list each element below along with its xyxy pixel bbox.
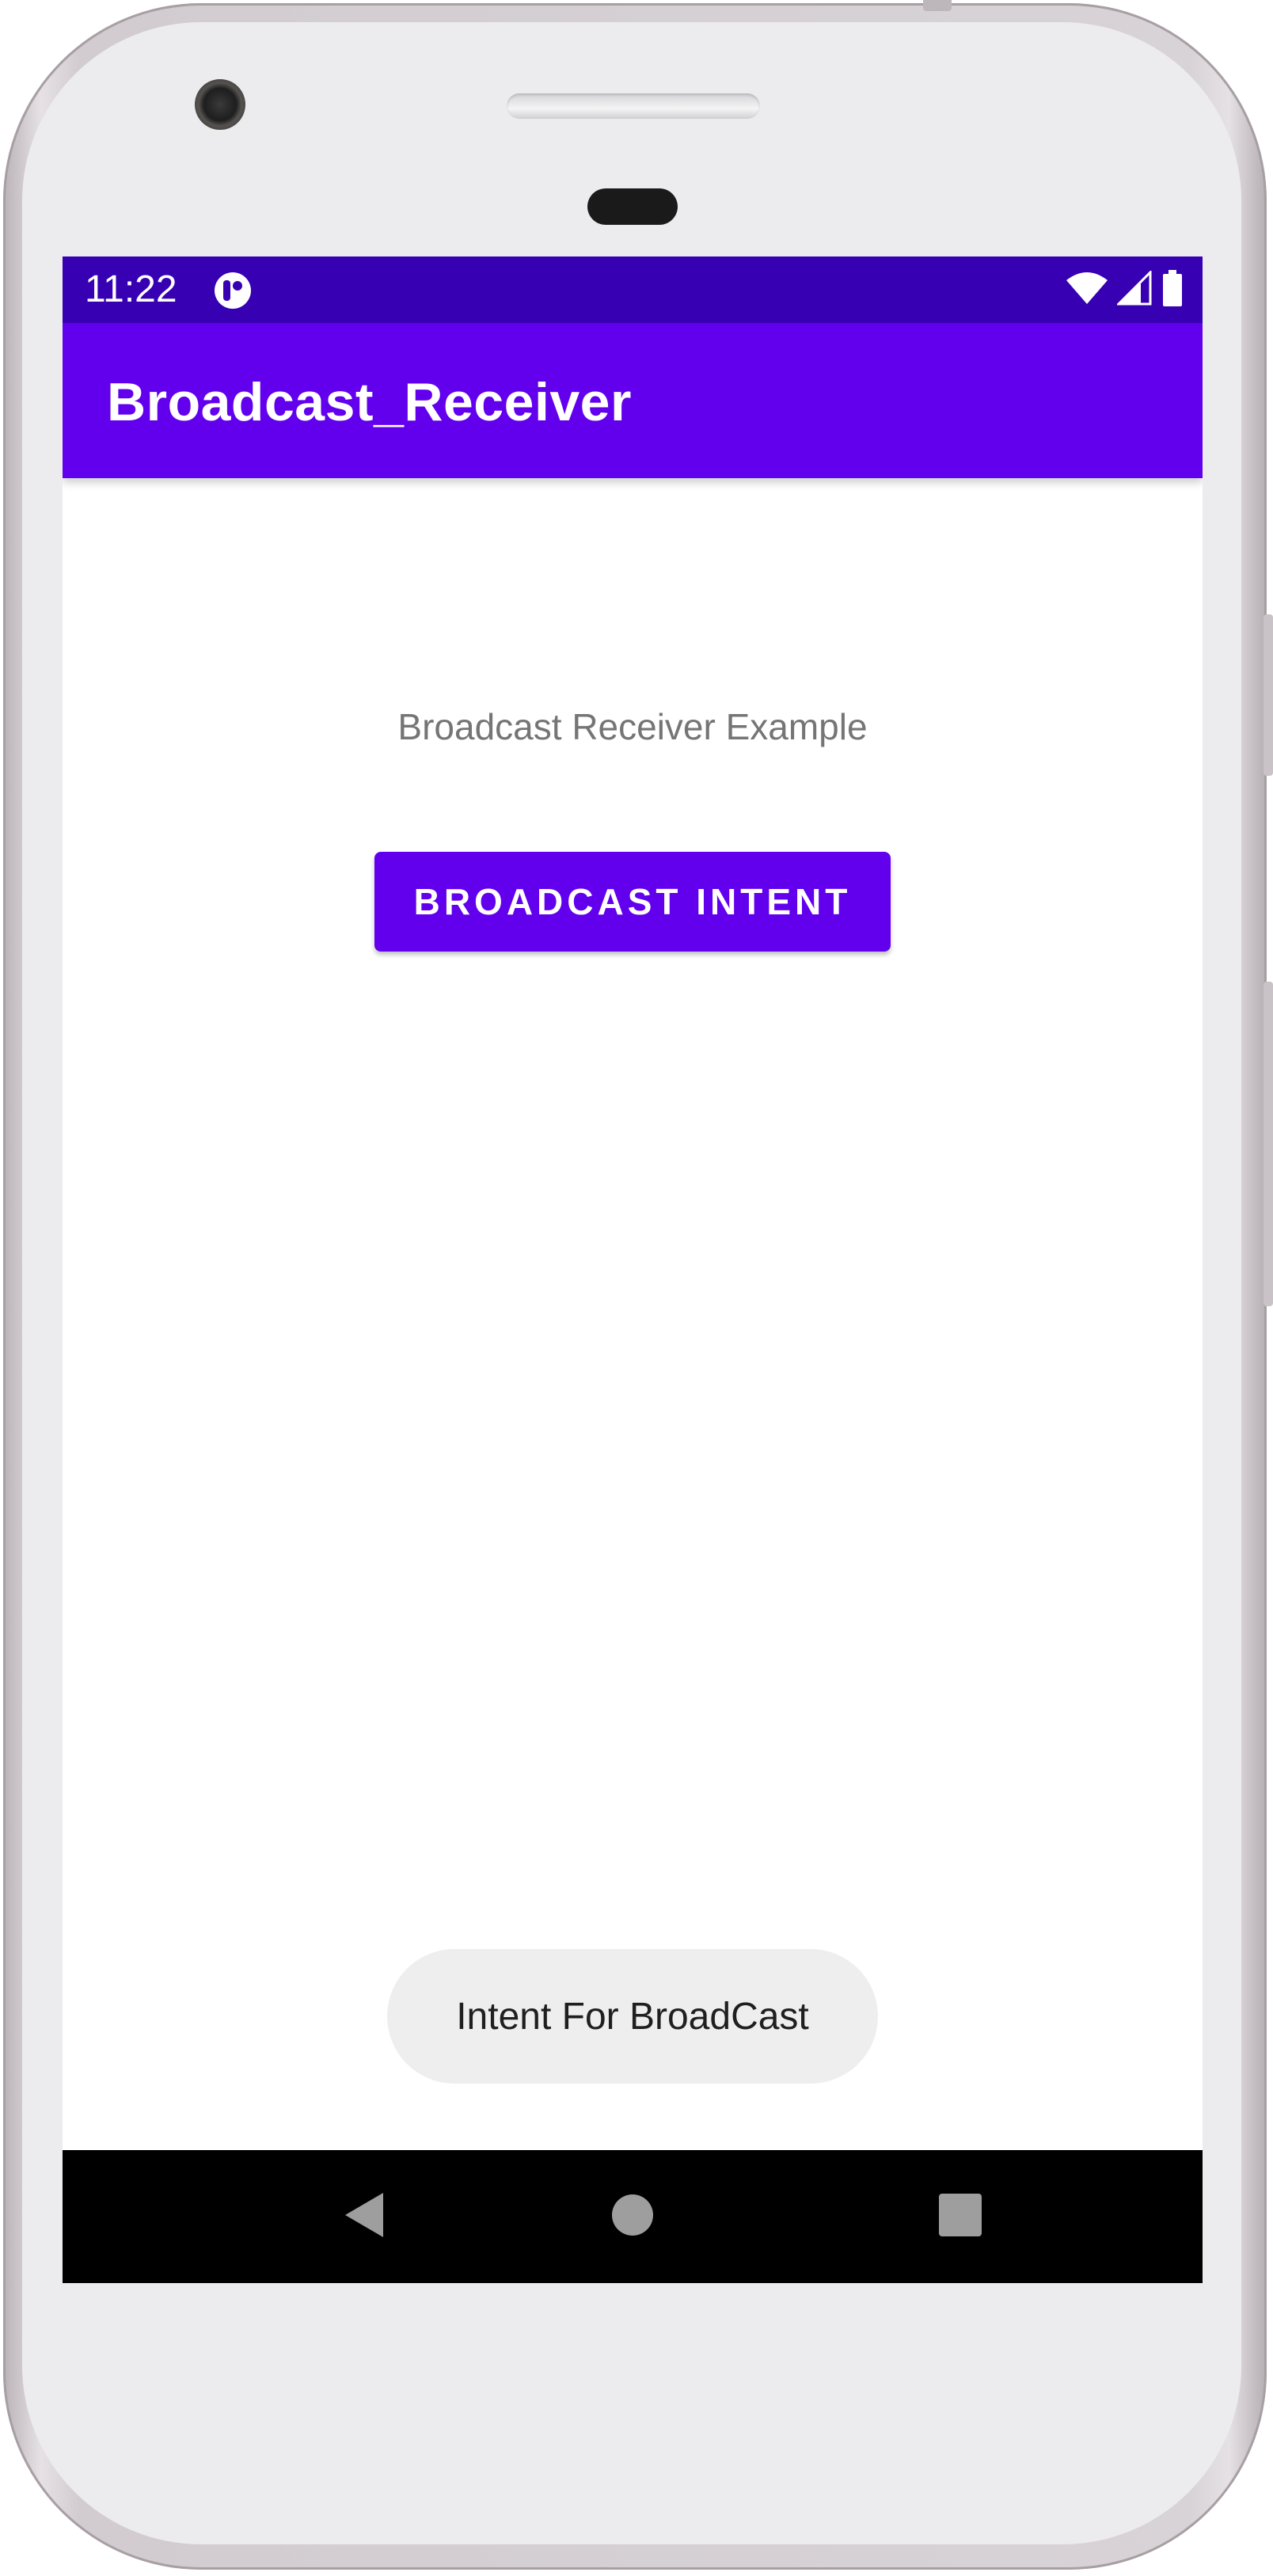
broadcast-intent-button[interactable]: BROADCAST INTENT xyxy=(374,852,891,952)
cellular-signal-icon xyxy=(1115,268,1152,310)
back-icon xyxy=(342,2191,385,2243)
back-button[interactable] xyxy=(324,2177,403,2256)
app-bar: Broadcast_Receiver xyxy=(63,323,1203,478)
battery-icon xyxy=(1161,269,1184,310)
status-icons xyxy=(1066,268,1184,310)
recents-button[interactable] xyxy=(921,2177,1000,2256)
earpiece-speaker xyxy=(507,93,760,119)
wifi-icon xyxy=(1066,272,1108,308)
screen: 11:22 Broadcast_Receiver Broadcast Recei… xyxy=(63,256,1203,2283)
app-title: Broadcast_Receiver xyxy=(107,372,632,432)
status-time: 11:22 xyxy=(85,268,177,310)
volume-button xyxy=(1264,614,1273,776)
home-button[interactable] xyxy=(593,2177,672,2256)
proximity-sensor xyxy=(587,188,678,225)
toast-message: Intent For BroadCast xyxy=(387,1949,878,2084)
example-label: Broadcast Receiver Example xyxy=(397,706,868,747)
power-button xyxy=(1264,982,1273,1306)
status-bar: 11:22 xyxy=(63,256,1203,323)
home-icon xyxy=(611,2194,654,2240)
phone-top-edge xyxy=(923,0,952,11)
front-camera xyxy=(195,79,245,130)
recents-icon xyxy=(938,2193,982,2241)
app-notification-icon xyxy=(213,271,253,310)
navigation-bar xyxy=(63,2150,1203,2283)
